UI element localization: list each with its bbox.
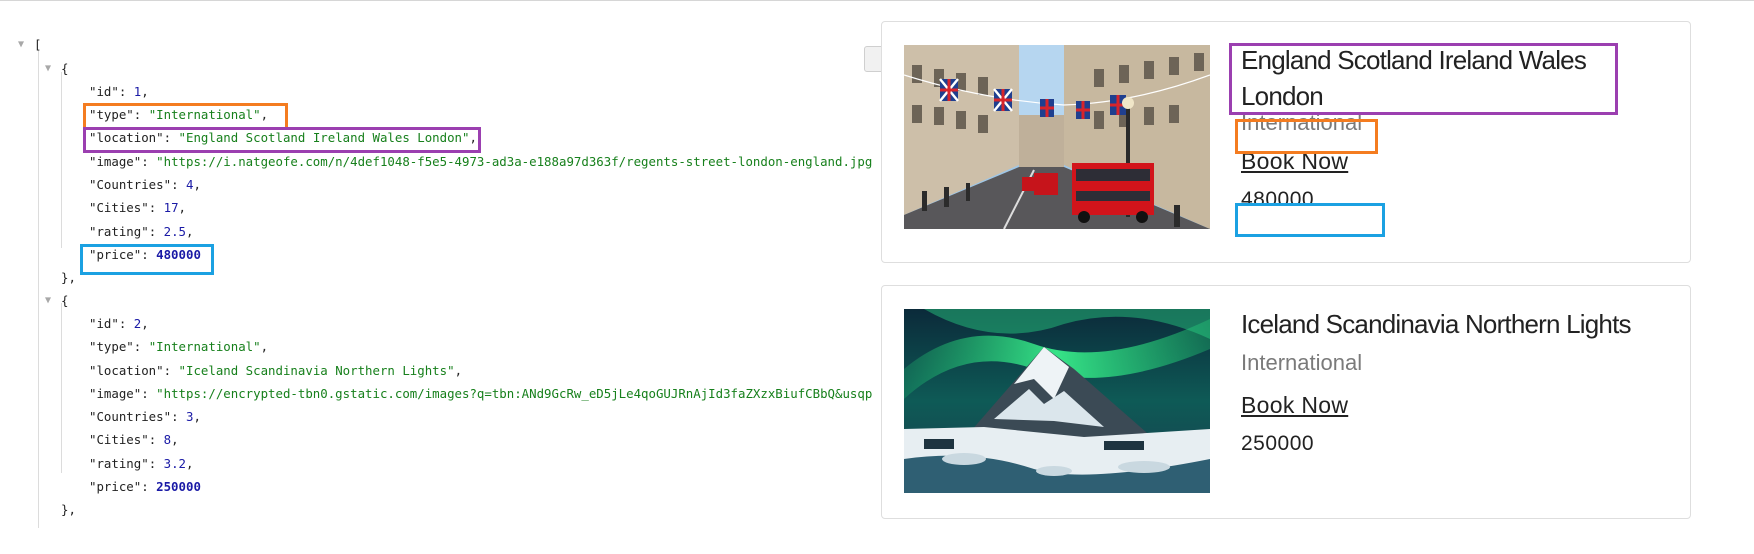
card-type-highlight	[1235, 119, 1378, 154]
object-open-brace: {	[61, 293, 69, 308]
object-close-brace: },	[61, 270, 76, 285]
collapse-toggle-icon[interactable]: ▼	[45, 60, 51, 78]
card-price-highlight	[1235, 203, 1385, 237]
json-line-countries: "Countries": 4,	[89, 177, 201, 192]
json-value-location: Iceland Scandinavia Northern Lights	[186, 363, 448, 378]
tour-title: Iceland Scandinavia Northern Lights	[1241, 309, 1632, 339]
json-value-id: 1	[133, 84, 142, 99]
object-close-brace: },	[61, 502, 76, 517]
tour-price: 250000	[1241, 432, 1315, 455]
json-value-type: International	[156, 339, 254, 354]
json-line-location: "location": "Iceland Scandinavia Norther…	[89, 363, 463, 378]
json-price-highlight	[80, 244, 214, 275]
collapse-toggle-icon[interactable]: ▼	[45, 292, 51, 310]
card-title-highlight	[1229, 43, 1618, 115]
indent-guide	[61, 303, 62, 473]
northern-lights-image	[904, 309, 1210, 493]
json-line-price: "price": 250000	[89, 479, 201, 494]
json-value-countries: 3	[185, 409, 194, 424]
json-line-image: "image": "https://i.natgeofe.com/n/4def1…	[89, 154, 872, 169]
json-value-id: 2	[133, 316, 142, 331]
object-open-brace: {	[61, 61, 69, 76]
json-line-cities: "Cities": 8,	[89, 432, 179, 447]
json-line-id: "id": 2,	[89, 316, 149, 331]
json-value-rating: 2.5	[163, 224, 186, 239]
json-value-cities: 8	[163, 432, 172, 447]
json-value-countries: 4	[185, 177, 194, 192]
json-value-image: https://i.natgeofe.com/n/4def1048-f5e5-4…	[163, 154, 872, 169]
tour-type: International	[1241, 350, 1363, 375]
json-value-cities: 17	[163, 200, 179, 215]
book-now-link[interactable]: Book Now	[1241, 392, 1348, 419]
json-line-image: "image": "https://encrypted-tbn0.gstatic…	[89, 385, 872, 403]
json-location-highlight	[83, 127, 481, 153]
indent-guide	[38, 50, 39, 528]
array-open-bracket: [	[34, 37, 42, 52]
collapse-toggle-icon[interactable]: ▼	[18, 36, 24, 54]
london-street-photo	[904, 45, 1210, 229]
json-value-rating: 3.2	[163, 456, 186, 471]
json-line-rating: "rating": 3.2,	[89, 456, 194, 471]
json-line-countries: "Countries": 3,	[89, 409, 201, 424]
json-line-rating: "rating": 2.5,	[89, 224, 194, 239]
json-line-type: "type": "International",	[89, 339, 269, 354]
indent-guide	[61, 72, 62, 248]
json-line-id: "id": 1,	[89, 84, 149, 99]
london-street-image	[904, 45, 1210, 229]
json-type-highlight	[83, 103, 288, 130]
json-value-price: 250000	[156, 479, 201, 494]
json-line-cities: "Cities": 17,	[89, 200, 186, 215]
northern-lights-photo	[904, 309, 1210, 493]
json-value-image: https://encrypted-tbn0.gstatic.com/image…	[163, 386, 872, 401]
top-divider	[0, 0, 1754, 1]
tour-card: Iceland Scandinavia Northern Lights Inte…	[881, 285, 1691, 519]
